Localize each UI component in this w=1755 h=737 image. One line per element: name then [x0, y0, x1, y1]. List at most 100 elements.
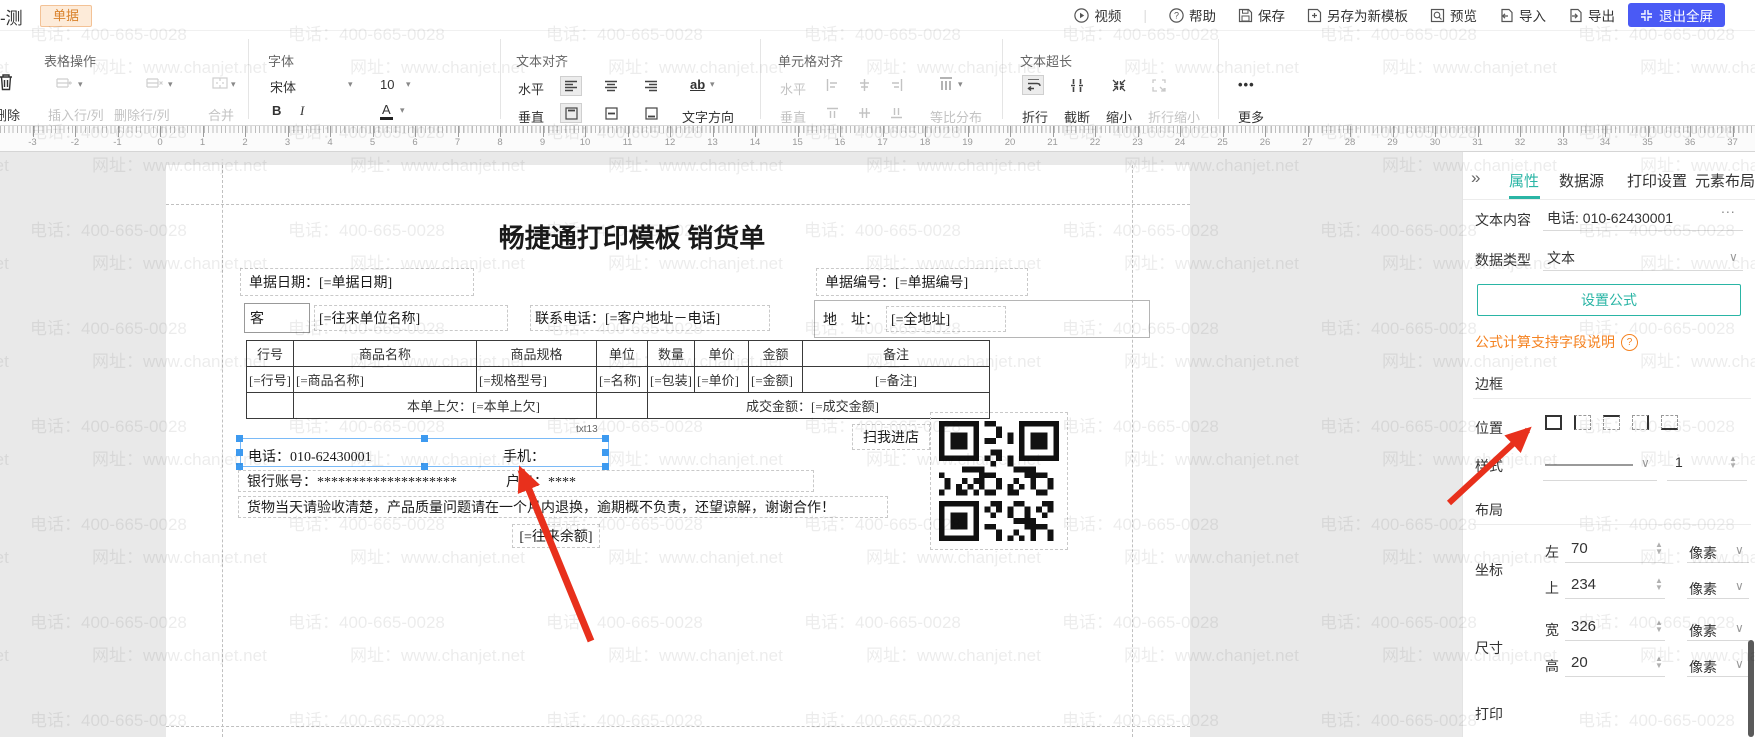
columns-dropdown-arrow[interactable]: ▾ [958, 79, 963, 90]
cell-unit[interactable]: [=名称] [597, 367, 648, 393]
data-type-chevron-icon[interactable]: ∨ [1729, 250, 1738, 264]
import-button[interactable]: 导入 [1499, 5, 1546, 25]
align-left-button[interactable] [560, 76, 582, 96]
font-size-dropdown-arrow[interactable]: ▾ [406, 79, 411, 90]
set-formula-button[interactable]: 设置公式 [1477, 284, 1741, 316]
cell-empty[interactable] [597, 393, 648, 419]
export-button[interactable]: 导出 [1568, 5, 1615, 25]
help-button[interactable]: ? 帮助 [1169, 5, 1216, 25]
resize-handle-n[interactable] [421, 435, 428, 442]
cell-halign-right-icon[interactable] [890, 79, 903, 91]
truncate-button-icon-box[interactable] [1066, 75, 1088, 95]
cell-amount[interactable]: [=金额] [749, 367, 803, 393]
unit-chevron-icon[interactable]: ∨ [1735, 621, 1744, 635]
align-right-button[interactable] [640, 76, 662, 96]
panel-scrollbar[interactable] [1748, 640, 1754, 737]
unit-chevron-icon[interactable]: ∨ [1735, 579, 1744, 593]
insert-row-col-button[interactable]: 插入行/列 [48, 105, 104, 124]
data-type-select[interactable]: 文本 [1547, 248, 1575, 268]
border-all-button[interactable] [1545, 415, 1562, 430]
field-doc-number[interactable]: 单据编号：[=单据编号] [816, 268, 1028, 296]
field-notice[interactable]: 货物当天请验收清楚，产品质量问题请在一个月内退换，逾期概不负责，还望谅解，谢谢合… [238, 496, 888, 518]
field-balance[interactable]: [=往来余额] [512, 524, 600, 548]
distribute-evenly-button[interactable]: 等比分布 [930, 107, 982, 126]
cell-halign-center-icon[interactable] [858, 79, 871, 91]
field-bank-row[interactable]: 银行账号：******************** 户名：**** [238, 470, 814, 492]
border-right-button[interactable] [1632, 415, 1649, 430]
coord-left-stepper[interactable]: ▲▼ [1655, 541, 1663, 555]
cell-halign-left-icon[interactable] [826, 79, 839, 91]
header-cell[interactable]: 商品名称 [294, 341, 477, 367]
line-style-chevron-icon[interactable]: ∨ [1641, 456, 1650, 470]
valign-middle-button[interactable] [600, 103, 622, 123]
text-direction-button[interactable]: 文字方向 [682, 107, 734, 126]
font-size-select[interactable]: 10 [380, 77, 394, 92]
merge-button[interactable]: 合并 [208, 105, 234, 124]
bold-button[interactable]: B [272, 103, 281, 118]
border-bottom-button[interactable] [1661, 415, 1678, 430]
more-dots-icon[interactable]: ••• [1238, 77, 1255, 92]
columns-icon[interactable] [938, 77, 954, 91]
tab-document[interactable]: 单据 [40, 5, 92, 27]
size-width-stepper[interactable]: ▲▼ [1655, 619, 1663, 633]
tab-print-settings[interactable]: 打印设置 [1627, 170, 1687, 191]
wrap-shrink-button-icon-box[interactable] [1148, 75, 1170, 95]
field-date[interactable]: 单据日期：[=单据日期] [240, 268, 474, 296]
cell-product-name[interactable]: [=商品名称] [294, 367, 477, 393]
content-more-button[interactable]: ... [1721, 200, 1736, 216]
valign-bottom-button[interactable] [640, 103, 662, 123]
coord-top-input[interactable]: 234 [1571, 576, 1596, 593]
align-center-button[interactable] [600, 76, 622, 96]
size-height-input[interactable]: 20 [1571, 654, 1588, 671]
cell-line-no[interactable]: [=行号] [247, 367, 294, 393]
resize-handle-e[interactable] [602, 449, 609, 456]
coord-top-stepper[interactable]: ▲▼ [1655, 577, 1663, 591]
field-scan-shop[interactable]: 扫我进店 [852, 424, 930, 450]
resize-handle-se[interactable] [602, 463, 609, 470]
size-width-unit[interactable]: 像素 [1689, 621, 1717, 641]
border-weight-input[interactable]: 1 [1675, 454, 1683, 470]
font-color-dropdown-arrow[interactable]: ▾ [400, 105, 405, 116]
preview-button[interactable]: 预览 [1430, 5, 1477, 25]
size-width-input[interactable]: 326 [1571, 618, 1596, 635]
resize-handle-ne[interactable] [602, 435, 609, 442]
delete-row-col-button[interactable]: 删除行/列 [114, 105, 170, 124]
insert-dropdown-arrow[interactable]: ▾ [78, 79, 83, 90]
items-table[interactable]: 行号 商品名称 商品规格 单位 数量 单价 金额 备注 [=行号] [=商品名称… [246, 340, 990, 419]
coord-left-unit[interactable]: 像素 [1689, 543, 1717, 563]
header-cell[interactable]: 行号 [247, 341, 294, 367]
tab-properties[interactable]: 属性 [1509, 170, 1539, 191]
field-customer-label[interactable]: 客 [244, 303, 310, 333]
resize-handle-nw[interactable] [236, 435, 243, 442]
content-input[interactable]: 电话: 010-62430001 [1547, 208, 1673, 228]
stepper-down-icon[interactable]: ▼ [1729, 462, 1737, 469]
header-cell[interactable]: 备注 [803, 341, 990, 367]
coord-left-input[interactable]: 70 [1571, 540, 1588, 557]
font-family-select[interactable]: 宋体 [270, 77, 296, 96]
shrink-button[interactable]: 缩小 [1106, 107, 1132, 126]
size-height-unit[interactable]: 像素 [1689, 657, 1717, 677]
italic-button[interactable]: I [300, 103, 304, 119]
resize-handle-sw[interactable] [236, 463, 243, 470]
merge-cells-icon[interactable] [212, 77, 228, 89]
cell-product-spec[interactable]: [=规格型号] [477, 367, 597, 393]
cell-valign-top-icon[interactable] [826, 107, 839, 119]
resize-handle-s[interactable] [421, 463, 428, 470]
wrap-button-icon-box[interactable] [1022, 75, 1044, 95]
header-cell[interactable]: 数量 [648, 341, 695, 367]
formula-help-link[interactable]: 公式计算支持字段说明 ? [1475, 332, 1638, 352]
field-customer-name[interactable]: [=往来单位名称] [314, 305, 508, 331]
wrap-button[interactable]: 折行 [1022, 107, 1048, 126]
cell-previous-balance[interactable]: 本单上欠：[=本单上欠] [294, 393, 597, 419]
header-cell[interactable]: 商品规格 [477, 341, 597, 367]
more-button[interactable]: 更多 [1238, 107, 1264, 126]
resize-handle-w[interactable] [236, 449, 243, 456]
save-button[interactable]: 保存 [1238, 5, 1285, 25]
unit-chevron-icon[interactable]: ∨ [1735, 657, 1744, 671]
cell-qty[interactable]: [=包装] [648, 367, 695, 393]
truncate-button[interactable]: 截断 [1064, 107, 1090, 126]
header-cell[interactable]: 单位 [597, 341, 648, 367]
tab-data-source[interactable]: 数据源 [1559, 170, 1604, 191]
text-direction-ab-button[interactable]: ab [690, 77, 705, 92]
insert-row-col-icon[interactable] [56, 77, 73, 89]
